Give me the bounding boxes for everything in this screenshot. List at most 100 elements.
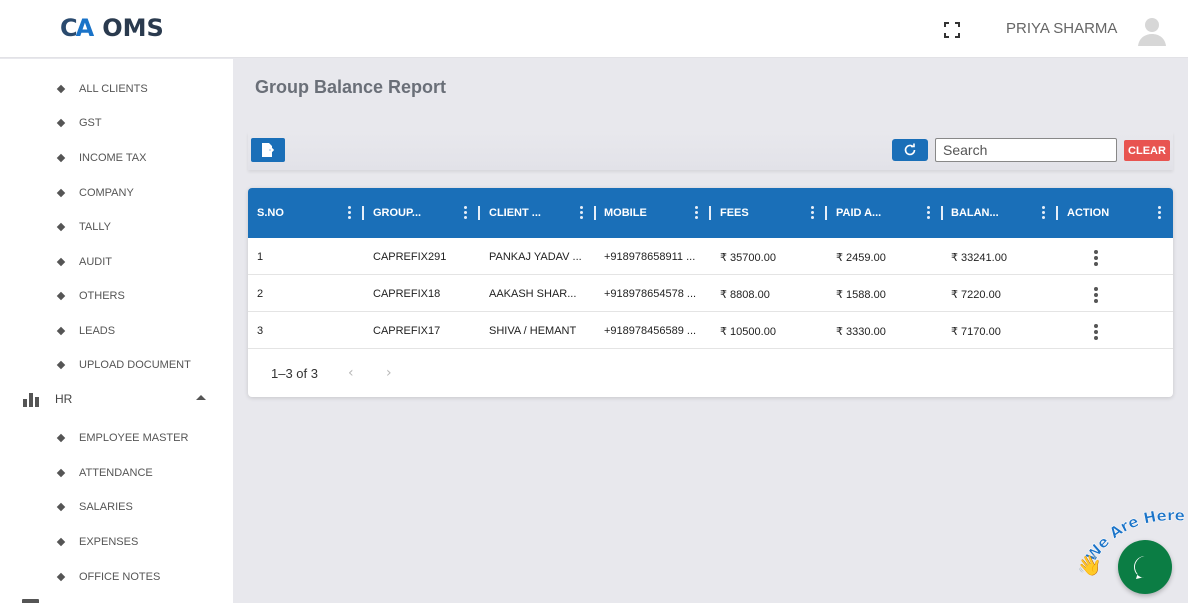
column-header-sno[interactable]: S.NO <box>248 188 364 238</box>
sidebar-item-label: UPLOAD DOCUMENT <box>79 359 191 371</box>
diamond-bullet-icon <box>56 326 66 336</box>
sidebar-item-gst[interactable]: GST <box>0 113 233 133</box>
sidebar-item-label: AUDIT <box>79 256 112 268</box>
column-header-action[interactable]: ACTION <box>1058 188 1173 238</box>
user-name[interactable]: PRIYA SHARMA <box>1006 20 1117 37</box>
page-title: Group Balance Report <box>255 77 447 97</box>
clear-button[interactable]: CLEAR <box>1124 140 1170 161</box>
diamond-bullet-icon <box>56 537 66 547</box>
chevron-left-icon[interactable]: ‹ <box>348 365 354 381</box>
sidebar-item-label: OFFICE NOTES <box>79 571 161 583</box>
sidebar-item-label: COMPANY <box>79 187 134 199</box>
row-action-menu-icon[interactable] <box>1094 324 1098 340</box>
sidebar-item-label: SALARIES <box>79 501 133 513</box>
caret-up-icon[interactable] <box>196 395 206 400</box>
sidebar-item-attendance[interactable]: ATTENDANCE <box>0 463 233 483</box>
cell-mobile: +918978658911 ... <box>604 251 696 263</box>
cell-fees: ₹ 35700.00 <box>720 252 776 264</box>
logo-mark: CA <box>60 14 94 42</box>
column-header-label: PAID A... <box>836 207 882 219</box>
row-action-menu-icon[interactable] <box>1094 250 1098 266</box>
sidebar-item-salaries[interactable]: SALARIES <box>0 497 233 517</box>
refresh-icon <box>904 143 916 156</box>
sidebar-item-tally[interactable]: TALLY <box>0 217 233 237</box>
column-header-mobile[interactable]: MOBILE <box>595 188 711 238</box>
diamond-bullet-icon <box>56 502 66 512</box>
column-header-label: CLIENT ... <box>489 207 541 219</box>
app-logo[interactable]: CA OMS <box>60 14 164 42</box>
sidebar-item-label: ALL CLIENTS <box>79 83 148 95</box>
cell-mobile: +918978456589 ... <box>604 325 697 337</box>
column-header-paid-amount[interactable]: PAID A... <box>827 188 943 238</box>
cell-group: CAPREFIX18 <box>373 288 441 300</box>
sidebar-item-label: ATTENDANCE <box>79 467 153 479</box>
search-input[interactable] <box>935 138 1117 162</box>
avatar[interactable] <box>1135 13 1169 47</box>
column-menu-icon[interactable] <box>811 206 815 220</box>
sidebar-item-company[interactable]: COMPANY <box>0 183 233 203</box>
sidebar-item-audit[interactable]: AUDIT <box>0 252 233 272</box>
balance-table: S.NO GROUP... CLIENT ... MOBILE FEES PAI… <box>248 188 1173 397</box>
column-header-balance[interactable]: BALAN... <box>942 188 1058 238</box>
sidebar-item-label: EMPLOYEE MASTER <box>79 432 189 444</box>
table-row[interactable]: 1 CAPREFIX291 PANKAJ YADAV ... +91897865… <box>248 238 1173 275</box>
column-menu-icon[interactable] <box>1158 206 1162 220</box>
cell-balance: ₹ 7220.00 <box>951 289 1001 301</box>
column-header-fees[interactable]: FEES <box>711 188 827 238</box>
chat-icon <box>1134 556 1145 579</box>
export-button[interactable] <box>251 138 285 162</box>
column-header-label: ACTION <box>1067 207 1110 219</box>
chat-button[interactable] <box>1118 540 1172 594</box>
diamond-bullet-icon <box>56 153 66 163</box>
sidebar-item-expenses[interactable]: EXPENSES <box>0 532 233 552</box>
column-menu-icon[interactable] <box>695 206 699 220</box>
sidebar-item-label: TALLY <box>79 221 111 233</box>
column-header-label: MOBILE <box>604 207 647 219</box>
table-row[interactable]: 3 CAPREFIX17 SHIVA / HEMANT +91897845658… <box>248 312 1173 349</box>
cell-sno: 3 <box>257 325 264 337</box>
column-menu-icon[interactable] <box>1042 206 1046 220</box>
sidebar-item-upload-document[interactable]: UPLOAD DOCUMENT <box>0 355 233 375</box>
chevron-right-icon[interactable]: › <box>386 365 392 381</box>
diamond-bullet-icon <box>56 222 66 232</box>
sidebar-group-hr[interactable]: HR <box>0 387 233 411</box>
sidebar-next-group-icon <box>22 599 39 603</box>
column-header-label: FEES <box>720 207 749 219</box>
sidebar-item-label: GST <box>79 117 102 129</box>
fullscreen-icon[interactable] <box>943 21 961 39</box>
column-menu-icon[interactable] <box>464 206 468 220</box>
cell-client: AAKASH SHAR... <box>489 288 577 300</box>
sidebar: ALL CLIENTS GST INCOME TAX COMPANY TALLY… <box>0 59 233 603</box>
sidebar-item-all-clients[interactable]: ALL CLIENTS <box>0 79 233 99</box>
table-row[interactable]: 2 CAPREFIX18 AAKASH SHAR... +91897865457… <box>248 275 1173 312</box>
column-menu-icon[interactable] <box>927 206 931 220</box>
sidebar-group-label: HR <box>55 392 73 406</box>
row-action-menu-icon[interactable] <box>1094 287 1098 303</box>
column-menu-icon[interactable] <box>580 206 584 220</box>
diamond-bullet-icon <box>56 433 66 443</box>
column-header-label: GROUP... <box>373 207 422 219</box>
sidebar-item-label: EXPENSES <box>79 536 139 548</box>
column-header-group[interactable]: GROUP... <box>364 188 480 238</box>
diamond-bullet-icon <box>56 468 66 478</box>
column-menu-icon[interactable] <box>348 206 352 220</box>
sidebar-item-leads[interactable]: LEADS <box>0 321 233 341</box>
cell-balance: ₹ 33241.00 <box>951 252 1007 264</box>
sidebar-item-label: OTHERS <box>79 290 125 302</box>
cell-fees: ₹ 10500.00 <box>720 326 776 338</box>
sidebar-item-employee-master[interactable]: EMPLOYEE MASTER <box>0 428 233 448</box>
cell-group: CAPREFIX17 <box>373 325 441 337</box>
export-icon <box>262 143 275 157</box>
sidebar-item-others[interactable]: OTHERS <box>0 286 233 306</box>
sidebar-item-income-tax[interactable]: INCOME TAX <box>0 148 233 168</box>
pagination-range: 1–3 of 3 <box>271 366 318 381</box>
diamond-bullet-icon <box>56 188 66 198</box>
refresh-button[interactable] <box>892 139 928 161</box>
diamond-bullet-icon <box>56 118 66 128</box>
diamond-bullet-icon <box>56 291 66 301</box>
sidebar-item-office-notes[interactable]: OFFICE NOTES <box>0 567 233 587</box>
column-header-client[interactable]: CLIENT ... <box>480 188 596 238</box>
top-header: CA OMS PRIYA SHARMA <box>0 0 1188 58</box>
cell-fees: ₹ 8808.00 <box>720 289 770 301</box>
sidebar-item-label: LEADS <box>79 325 116 337</box>
